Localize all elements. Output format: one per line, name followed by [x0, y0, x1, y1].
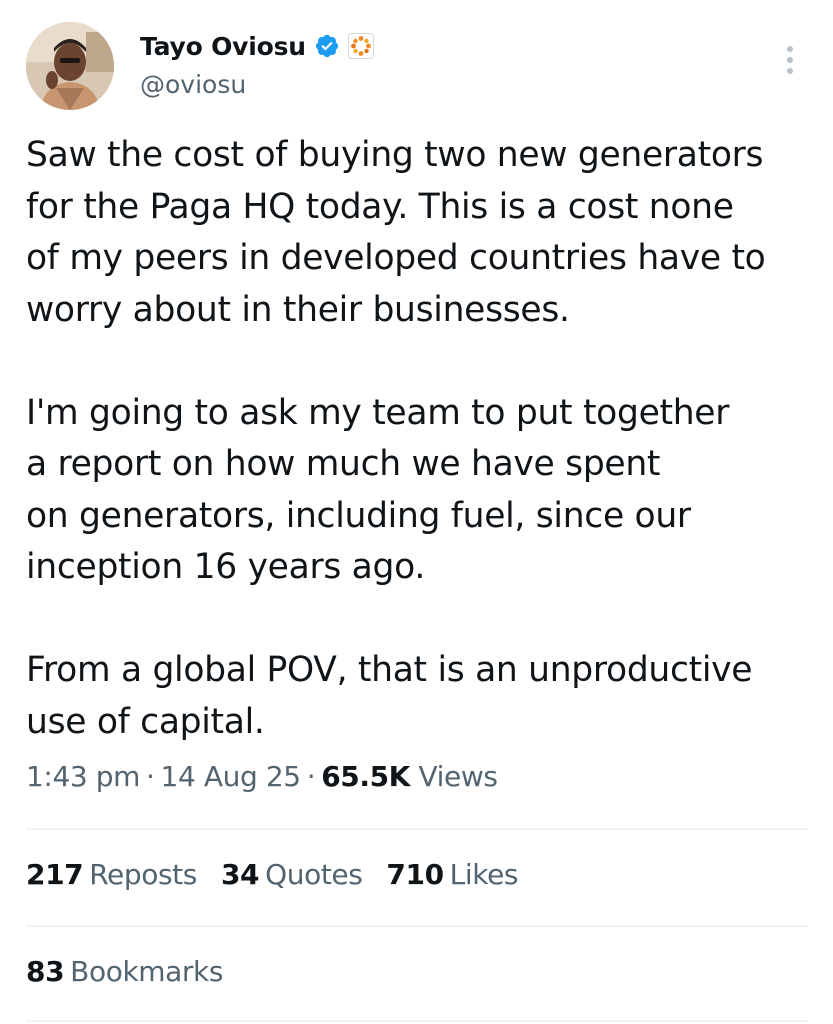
affiliate-badge-icon[interactable]: [347, 33, 374, 59]
tweet-line: on generators, including fuel, since our: [26, 495, 691, 536]
tweet-meta: 1:43 pm · 14 Aug 25 · 65.5K Views: [26, 760, 498, 793]
tweet-text: Saw the cost of buying two new generator…: [26, 130, 816, 748]
tweet-line: use of capital.: [26, 701, 265, 742]
tweet-line: From a global POV, that is an unproducti…: [26, 650, 753, 690]
tweet-time[interactable]: 1:43 pm: [26, 760, 140, 793]
quotes-stat[interactable]: 34 Quotes: [220, 858, 363, 891]
divider: [26, 828, 808, 830]
tweet-line: inception 16 years ago.: [26, 547, 425, 587]
quotes-label: Quotes: [265, 858, 363, 891]
tweet-line: for the Paga HQ today. This is a cost no…: [26, 186, 734, 227]
bookmarks-label: Bookmarks: [70, 955, 224, 988]
author-name-row: Tayo Oviosu: [140, 30, 374, 62]
user-avatar-photo-icon: [26, 22, 114, 110]
divider: [26, 925, 808, 927]
tweet-paragraph: From a global POV, that is an unproducti…: [26, 645, 816, 748]
tweet-card: Tayo Oviosu @oviosu Saw the cost of buyi…: [0, 0, 833, 1024]
likes-label: Likes: [449, 858, 519, 891]
likes-count: 710: [386, 858, 444, 891]
tweet-line: of my peers in developed countries have …: [26, 238, 766, 278]
tweet-line: worry about in their businesses.: [26, 289, 570, 330]
views-count: 65.5K: [321, 760, 410, 793]
author-handle[interactable]: @oviosu: [140, 70, 246, 99]
quotes-count: 34: [220, 858, 260, 891]
reposts-label: Reposts: [89, 858, 197, 891]
avatar[interactable]: [26, 22, 114, 110]
meta-separator: ·: [306, 760, 316, 793]
tweet-line: I'm going to ask my team to put together: [26, 392, 730, 433]
reposts-stat[interactable]: 217 Reposts: [26, 858, 197, 891]
meta-separator: ·: [146, 760, 155, 793]
divider: [26, 1020, 808, 1022]
views-label: Views: [418, 760, 498, 793]
tweet-paragraph: Saw the cost of buying two new generator…: [26, 130, 816, 336]
reposts-count: 217: [26, 858, 84, 891]
bookmarks-stat[interactable]: 83 Bookmarks: [26, 955, 223, 988]
bookmarks-count: 83: [26, 955, 65, 988]
tweet-paragraph: I'm going to ask my team to put together…: [26, 388, 816, 594]
verified-badge-icon[interactable]: [314, 33, 340, 59]
more-options-icon[interactable]: [778, 42, 802, 78]
likes-stat[interactable]: 710 Likes: [386, 858, 518, 891]
engagement-stats: 217 Reposts 34 Quotes 710 Likes: [26, 858, 542, 891]
tweet-line: a report on how much we have spent: [26, 444, 661, 484]
tweet-date[interactable]: 14 Aug 25: [161, 760, 302, 793]
tweet-line: Saw the cost of buying two new generator…: [26, 135, 764, 175]
display-name[interactable]: Tayo Oviosu: [140, 32, 306, 61]
